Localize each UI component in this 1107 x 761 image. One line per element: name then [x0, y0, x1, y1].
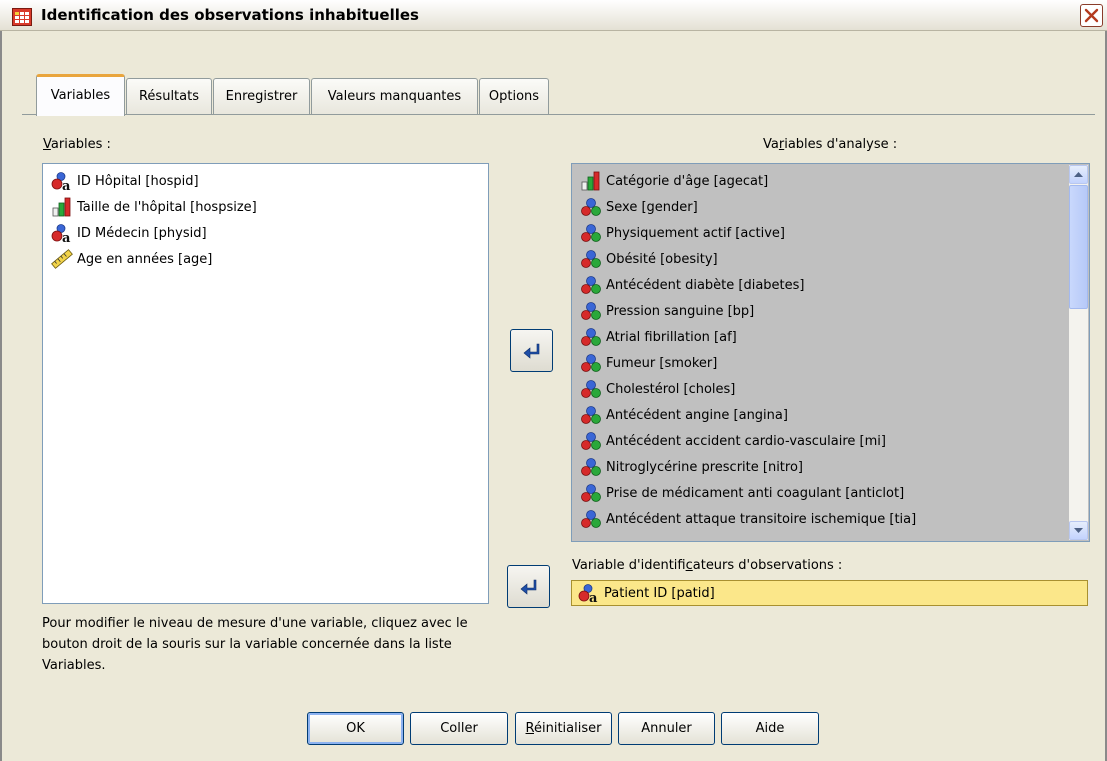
window-title: Identification des observations inhabitu… [41, 6, 419, 24]
list-item[interactable]: ID Médecin [physid] [51, 222, 207, 244]
list-item[interactable]: Obésité [obesity] [580, 248, 718, 270]
list-item[interactable]: Catégorie d'âge [agecat] [580, 170, 768, 192]
list-item[interactable]: Nitroglycérine prescrite [nitro] [580, 456, 803, 478]
nominal-icon [580, 223, 602, 243]
list-item[interactable]: Taille de l'hôpital [hospsize] [51, 196, 257, 218]
nominal-string-icon [51, 171, 73, 191]
nominal-string-icon [51, 223, 73, 243]
list-item[interactable]: Antécédent diabète [diabetes] [580, 274, 805, 296]
arrow-left-icon [522, 341, 542, 361]
close-icon [1084, 8, 1099, 23]
nominal-icon [580, 509, 602, 529]
list-item[interactable]: Antécédent accident cardio-vasculaire [m… [580, 430, 886, 452]
tab-options[interactable]: Options [479, 78, 549, 115]
nominal-icon [580, 301, 602, 321]
scroll-up-button[interactable] [1069, 165, 1088, 184]
data-grid-icon [12, 8, 32, 26]
nominal-icon [580, 327, 602, 347]
list-item[interactable]: Atrial fibrillation [af] [580, 326, 737, 348]
tab-enregistrer[interactable]: Enregistrer [213, 78, 310, 115]
cancel-button[interactable]: Annuler [618, 712, 715, 745]
close-button[interactable] [1080, 4, 1103, 27]
analysis-variable-list[interactable]: Catégorie d'âge [agecat] Sexe [gender] P… [571, 163, 1090, 542]
ok-button[interactable]: OK [307, 712, 404, 745]
nominal-icon [580, 431, 602, 451]
analysis-variables-label: Variables d'analyse : [763, 137, 898, 152]
arrow-left-icon [519, 577, 539, 597]
tab-resultats[interactable]: Résultats [126, 78, 212, 115]
title-bar: Identification des observations inhabitu… [0, 0, 1107, 31]
nominal-icon [580, 249, 602, 269]
list-item[interactable]: Cholestérol [choles] [580, 378, 735, 400]
move-case-id-button[interactable] [507, 565, 550, 608]
list-item[interactable]: Pression sanguine [bp] [580, 300, 754, 322]
list-item[interactable]: Prise de médicament anti coagulant [anti… [580, 482, 904, 504]
tab-valeurs-manquantes[interactable]: Valeurs manquantes [311, 78, 478, 115]
nominal-icon [580, 457, 602, 477]
list-item[interactable]: ID Hôpital [hospid] [51, 170, 199, 192]
scale-ruler-icon [51, 249, 73, 269]
ordinal-icon [580, 171, 602, 191]
list-item[interactable]: Age en années [age] [51, 248, 212, 270]
tab-variables[interactable]: Variables [36, 74, 125, 116]
list-item[interactable]: Antécédent angine [angina] [580, 404, 788, 426]
variables-label: Variables : [43, 137, 111, 152]
paste-button[interactable]: Coller [410, 712, 508, 745]
case-id-label: Variable d'identificateurs d'observation… [572, 558, 843, 573]
analysis-list-scrollbar[interactable] [1069, 165, 1088, 540]
measurement-hint-text: Pour modifier le niveau de mesure d'une … [42, 616, 468, 673]
list-item[interactable]: Antécédent attaque transitoire ischemiqu… [580, 508, 916, 530]
nominal-string-icon [578, 583, 600, 603]
reset-button[interactable]: Réinitialiser [515, 712, 612, 745]
nominal-icon [580, 353, 602, 373]
move-analysis-button[interactable] [510, 329, 553, 372]
help-button[interactable]: Aide [721, 712, 819, 745]
case-id-field[interactable]: Patient ID [patid] [571, 580, 1088, 606]
scroll-up-icon [1074, 172, 1083, 177]
list-item[interactable]: Fumeur [smoker] [580, 352, 717, 374]
source-variable-list[interactable]: ID Hôpital [hospid] Taille de l'hôpital … [42, 163, 489, 604]
nominal-icon [580, 197, 602, 217]
scroll-down-icon [1074, 528, 1083, 533]
nominal-icon [580, 275, 602, 295]
scroll-down-button[interactable] [1069, 521, 1088, 540]
nominal-icon [580, 379, 602, 399]
nominal-icon [580, 405, 602, 425]
scroll-thumb[interactable] [1069, 185, 1088, 309]
nominal-icon [580, 483, 602, 503]
ordinal-icon [51, 197, 73, 217]
list-item[interactable]: Sexe [gender] [580, 196, 698, 218]
list-item[interactable]: Physiquement actif [active] [580, 222, 785, 244]
list-item[interactable]: Patient ID [patid] [578, 582, 715, 604]
